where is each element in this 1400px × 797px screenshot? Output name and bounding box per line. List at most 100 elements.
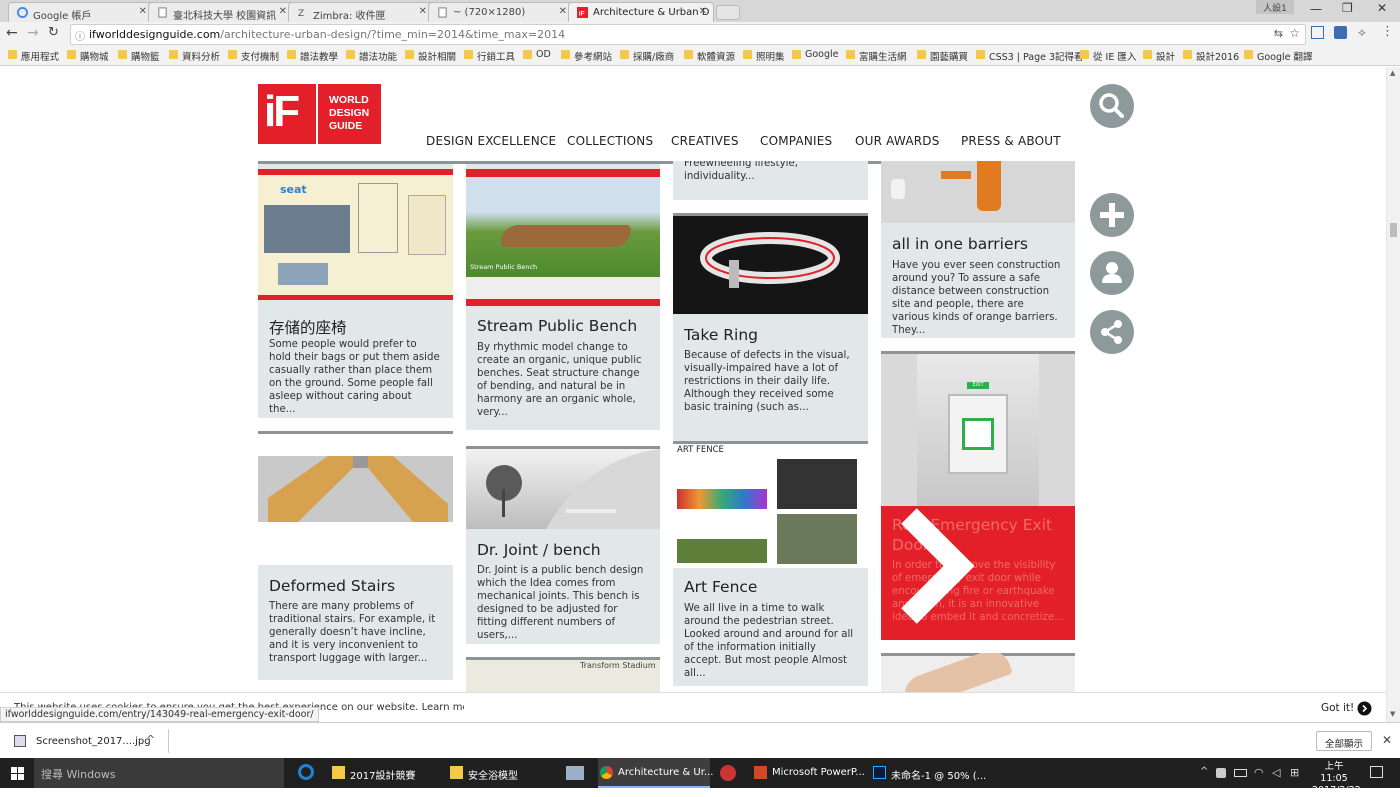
card-title[interactable]: Take Ring [684, 326, 758, 344]
bookmark-item[interactable]: 照明集 [743, 49, 785, 63]
bookmark-apps[interactable]: 應用程式 [8, 49, 59, 63]
card-real-emergency-exit-door[interactable]: EXIT Real Emergency Exit Door In order t… [881, 351, 1075, 640]
card-all-in-one-barriers[interactable]: all in one barriers Have you ever seen c… [881, 161, 1075, 338]
bookmark-item[interactable]: 資料分析 [169, 49, 220, 63]
user-button[interactable] [1090, 251, 1134, 295]
reload-icon[interactable]: ↻ [48, 25, 59, 40]
cast-icon[interactable] [1311, 26, 1324, 39]
card-art-fence[interactable]: ART FENCE Art Fence We all live in a tim… [673, 441, 868, 686]
bookmark-item[interactable]: 參考網站 [561, 49, 612, 63]
tab-google-account[interactable]: Google 帳戶 ✕ [8, 2, 154, 22]
new-tab-button[interactable] [716, 5, 740, 20]
tab-architecture[interactable]: iF Architecture & Urban D ✕ [568, 2, 714, 22]
close-icon[interactable]: ✕ [699, 6, 707, 17]
close-icon[interactable]: ✕ [279, 6, 287, 17]
card-title[interactable]: Deformed Stairs [269, 577, 395, 595]
battery-icon[interactable] [1234, 769, 1247, 777]
card-title[interactable]: 存储的座椅 [269, 316, 347, 338]
card-storage-seat[interactable]: seat 存储的座椅 Some people would prefer to h… [258, 164, 453, 418]
bookmark-item[interactable]: CSS3 | Page 3記得看 [976, 49, 1084, 63]
app-icon[interactable] [566, 766, 584, 780]
bookmark-item[interactable]: 支付機制 [228, 49, 279, 63]
bookmark-item[interactable]: 譜法教學 [287, 49, 338, 63]
notifications-icon[interactable] [1370, 766, 1383, 778]
taskbar-item-powerpoint[interactable]: Microsoft PowerP... [752, 758, 865, 788]
extension-icon[interactable] [1334, 26, 1347, 39]
profile-button[interactable]: 人設1 [1256, 0, 1294, 14]
app-icon[interactable] [720, 765, 736, 781]
search-button[interactable] [1090, 84, 1134, 128]
bookmark-google-translate[interactable]: Google 翻譯 [1244, 49, 1313, 63]
card-transform-stadium[interactable]: Transform Stadium [466, 657, 660, 692]
window-close-icon[interactable]: ✕ [1377, 1, 1387, 15]
page-scrollbar[interactable]: ▲ ▼ [1386, 67, 1400, 722]
chevron-right-icon[interactable] [899, 506, 979, 626]
taskbar-item-photoshop[interactable]: 未命名-1 @ 50% (... [871, 758, 986, 788]
tab-ntut[interactable]: 臺北科技大學 校園資訊 ✕ [148, 2, 294, 22]
nav-our-awards[interactable]: OUR AWARDS [855, 134, 940, 148]
share-button[interactable] [1090, 310, 1134, 354]
volume-icon[interactable]: ◁ [1272, 766, 1280, 779]
tab-zimbra[interactable]: Z Zimbra: 收件匣 ✕ [288, 2, 434, 22]
edge-icon[interactable] [298, 764, 314, 780]
bookmark-item[interactable]: 採購/廠商 [620, 49, 674, 63]
bookmark-item[interactable]: 設計相關 [405, 49, 456, 63]
nav-creatives[interactable]: CREATIVES [671, 134, 739, 148]
taskbar-search-box[interactable]: 搜尋 Windows [34, 758, 284, 788]
add-button[interactable] [1090, 193, 1134, 237]
tray-icon[interactable] [1216, 768, 1226, 778]
bookmark-item[interactable]: 從 IE 匯入 [1080, 49, 1136, 63]
nav-companies[interactable]: COMPANIES [760, 134, 832, 148]
card-previous-entry[interactable]: Freewheeling lifestyle, individuality... [673, 161, 868, 200]
close-icon[interactable]: ✕ [139, 6, 147, 17]
site-logo[interactable]: iF WORLD DESIGN GUIDE [258, 84, 381, 144]
bookmark-item[interactable]: 設計 [1143, 49, 1175, 63]
bookmark-item[interactable]: 購物城 [67, 49, 109, 63]
taskbar-item-folder[interactable]: 安全浴模型 [448, 758, 558, 788]
windows-start-icon[interactable] [11, 767, 24, 780]
menu-icon[interactable]: ⋮ [1381, 24, 1394, 39]
taskbar-item-chrome[interactable]: Architecture & Ur... [598, 758, 713, 788]
scrollbar-thumb[interactable] [1390, 223, 1397, 237]
card-title[interactable]: Dr. Joint / bench [477, 541, 601, 559]
card-hand-product[interactable] [881, 653, 1075, 692]
card-stream-public-bench[interactable]: Stream Public Bench Stream Public Bench … [466, 164, 660, 430]
address-bar[interactable]: ⓘ ifworlddesignguide.com/architecture-ur… [70, 24, 1306, 45]
translate-icon[interactable]: ⇆ [1274, 27, 1283, 40]
tab-image[interactable]: ~ (720×1280) ✕ [428, 2, 574, 22]
card-dr-joint-bench[interactable]: Dr. Joint / bench Dr. Joint is a public … [466, 446, 660, 644]
bookmark-item[interactable]: 富購生活網 [846, 49, 907, 63]
input-method-icon[interactable]: ⊞ [1290, 766, 1299, 779]
card-deformed-stairs[interactable]: Deformed Stairs There are many problems … [258, 431, 453, 680]
close-downloads-icon[interactable]: ✕ [1382, 733, 1392, 747]
bookmark-item[interactable]: 軟體資源 [684, 49, 735, 63]
scroll-down-icon[interactable]: ▼ [1390, 710, 1395, 718]
back-icon[interactable]: ← [6, 25, 18, 41]
wifi-icon[interactable]: ◠ [1254, 766, 1264, 779]
chevron-up-icon[interactable]: ^ [146, 733, 155, 746]
cookie-accept-button[interactable]: Got it! [1321, 702, 1354, 714]
bookmark-star-icon[interactable]: ☆ [1289, 26, 1300, 40]
bookmark-item[interactable]: 園藝購買 [917, 49, 968, 63]
bookmark-item[interactable]: 購物籃 [118, 49, 160, 63]
extension-puzzle-icon[interactable]: ⟡ [1358, 25, 1366, 40]
taskbar-item-folder[interactable]: 2017設計競賽 [330, 758, 440, 788]
nav-collections[interactable]: COLLECTIONS [567, 134, 653, 148]
forward-icon[interactable]: → [27, 25, 39, 41]
bookmark-item[interactable]: 行銷工具 [464, 49, 515, 63]
scroll-up-icon[interactable]: ▲ [1390, 69, 1395, 77]
card-title[interactable]: all in one barriers [892, 235, 1028, 253]
clock[interactable]: 上午 11:05 2017/2/22 [1312, 761, 1361, 797]
restore-icon[interactable]: ❐ [1342, 1, 1353, 15]
close-icon[interactable]: ✕ [419, 6, 427, 17]
card-title[interactable]: Stream Public Bench [477, 317, 637, 335]
minimize-icon[interactable]: — [1310, 2, 1322, 16]
download-filename[interactable]: Screenshot_2017....jpg [36, 736, 151, 747]
bookmark-google[interactable]: Google [792, 49, 839, 60]
arrow-right-circle-icon[interactable] [1357, 701, 1372, 716]
close-icon[interactable]: ✕ [559, 6, 567, 17]
nav-design-excellence[interactable]: DESIGN EXCELLENCE [426, 134, 556, 148]
page-info-icon[interactable]: ⓘ [75, 28, 85, 43]
bookmark-item[interactable]: 設計2016 [1183, 49, 1239, 63]
show-all-downloads-button[interactable]: 全部顯示 [1316, 731, 1372, 751]
